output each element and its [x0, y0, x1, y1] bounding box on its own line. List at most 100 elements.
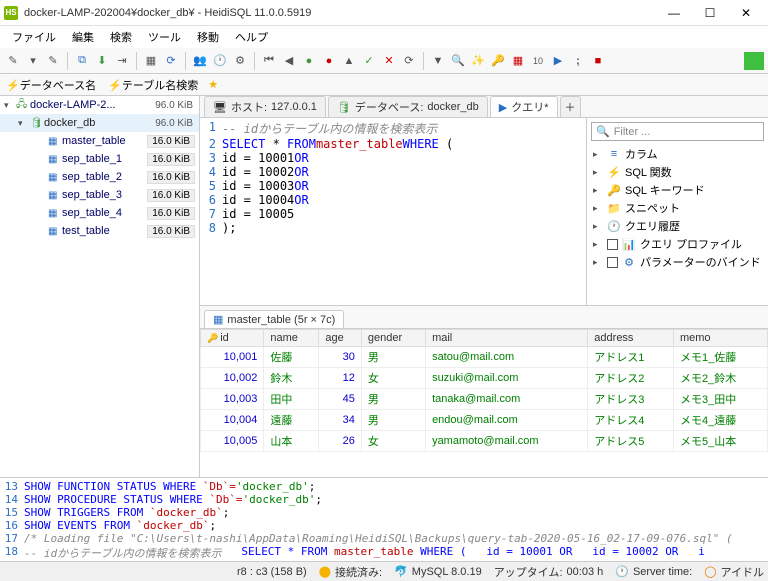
- column-header[interactable]: address: [588, 330, 674, 347]
- app-icon: HS: [4, 6, 18, 20]
- table-icon: ▦: [48, 172, 62, 183]
- tree-root[interactable]: ▾ 🖧 docker-LAMP-2... 96.0 KiB: [0, 96, 199, 114]
- table-row[interactable]: 10,005山本26女yamamoto@mail.comアドレス5メモ5_山本: [201, 431, 768, 452]
- menu-file[interactable]: ファイル: [4, 27, 64, 47]
- table-row[interactable]: 10,001佐藤30男satou@mail.comアドレス1メモ1_佐藤: [201, 347, 768, 368]
- status-uptime: アップタイム: 00:03 h: [494, 564, 604, 580]
- close-button[interactable]: ✕: [728, 0, 764, 26]
- sidebar-tree[interactable]: ▾ 🖧 docker-LAMP-2... 96.0 KiB ▾ 🛢 docker…: [0, 96, 200, 477]
- titlebar: HS docker-LAMP-202004¥docker_db¥ - Heidi…: [0, 0, 768, 26]
- helper-icon: 🕐: [607, 220, 621, 233]
- tab-query[interactable]: ▶クエリ*: [490, 96, 558, 117]
- tree-table[interactable]: ▦sep_table_116.0 KiB: [0, 150, 199, 168]
- tool-save-icon[interactable]: ⬇: [93, 52, 111, 70]
- helper-item[interactable]: ▸📊クエリ プロファイル: [587, 235, 768, 253]
- menu-help[interactable]: ヘルプ: [227, 27, 276, 47]
- table-row[interactable]: 10,004遠藤34男endou@mail.comアドレス4メモ4_遠藤: [201, 410, 768, 431]
- tool-wand-icon[interactable]: ✎: [4, 52, 22, 70]
- sql-log[interactable]: 13SHOW FUNCTION STATUS WHERE `Db`='docke…: [0, 477, 768, 561]
- tool-import-icon[interactable]: ⇥: [113, 52, 131, 70]
- tool-bin-icon[interactable]: ▦: [509, 52, 527, 70]
- helper-item[interactable]: ▸🕐クエリ履歴: [587, 217, 768, 235]
- helper-item[interactable]: ▸⚙パラメーターのバインド: [587, 253, 768, 271]
- column-header[interactable]: memo: [673, 330, 767, 347]
- tool-filter-icon[interactable]: ▼: [429, 52, 447, 70]
- tool-search-icon[interactable]: 🔍: [449, 52, 467, 70]
- tree-table[interactable]: ▦test_table16.0 KiB: [0, 222, 199, 240]
- tool-first-icon[interactable]: ⏮: [260, 52, 278, 70]
- tool-10-icon[interactable]: 10: [529, 52, 547, 70]
- tree-table[interactable]: ▦master_table16.0 KiB: [0, 132, 199, 150]
- filter-input[interactable]: 🔍 Filter ...: [591, 122, 764, 141]
- tool-gear-icon[interactable]: ⚙: [231, 52, 249, 70]
- tool-play-icon[interactable]: ▶: [549, 52, 567, 70]
- tool-clock-icon[interactable]: 🕐: [211, 52, 229, 70]
- tree-table[interactable]: ▦sep_table_216.0 KiB: [0, 168, 199, 186]
- table-icon: ▦: [213, 313, 223, 326]
- table-icon: ▦: [48, 190, 62, 201]
- table-search-label[interactable]: ⚡テーブル名検索: [102, 75, 204, 95]
- table-icon: ▦: [48, 208, 62, 219]
- tool-donate-icon[interactable]: [744, 52, 764, 70]
- helper-item[interactable]: ▸📁スニペット: [587, 199, 768, 217]
- table-icon: ▦: [48, 136, 62, 147]
- tool-up-icon[interactable]: ▲: [340, 52, 358, 70]
- tool-table-icon[interactable]: ▦: [142, 52, 160, 70]
- checkbox[interactable]: [607, 257, 618, 268]
- column-header[interactable]: mail: [426, 330, 588, 347]
- tool-key-icon[interactable]: 🔑: [489, 52, 507, 70]
- status-mysql: 🐬MySQL 8.0.19: [394, 565, 482, 578]
- tab-database[interactable]: 🛢データベース: docker_db: [328, 96, 488, 117]
- menu-edit[interactable]: 編集: [64, 27, 102, 47]
- tool-dropdown-icon[interactable]: ▾: [24, 52, 42, 70]
- result-tabstrip: ▦master_table (5r × 7c): [200, 306, 768, 328]
- column-header[interactable]: name: [264, 330, 319, 347]
- tree-table[interactable]: ▦sep_table_416.0 KiB: [0, 204, 199, 222]
- tree-table[interactable]: ▦sep_table_316.0 KiB: [0, 186, 199, 204]
- menu-search[interactable]: 検索: [102, 27, 140, 47]
- tool-remove-icon[interactable]: ●: [320, 52, 338, 70]
- helper-item[interactable]: ▸⚡SQL 関数: [587, 163, 768, 181]
- tab-add[interactable]: ＋: [560, 96, 581, 117]
- db-name-label[interactable]: ⚡データベース名: [0, 75, 102, 95]
- maximize-button[interactable]: ☐: [692, 0, 728, 26]
- column-header[interactable]: age: [319, 330, 362, 347]
- tool-copy-icon[interactable]: ⧉: [73, 52, 91, 70]
- tool-stop-icon[interactable]: ■: [589, 52, 607, 70]
- result-tab[interactable]: ▦master_table (5r × 7c): [204, 310, 344, 328]
- tab-host[interactable]: 🖥ホスト: 127.0.0.1: [204, 96, 326, 117]
- result-grid[interactable]: idnameagegendermailaddressmemo 10,001佐藤3…: [200, 328, 768, 477]
- toolbar: ✎ ▾ ✎ ⧉ ⬇ ⇥ ▦ ⟳ 👥 🕐 ⚙ ⏮ ◀ ● ● ▲ ✓ ✕ ⟳ ▼ …: [0, 48, 768, 74]
- table-row[interactable]: 10,002鈴木12女suzuki@mail.comアドレス2メモ2_鈴木: [201, 368, 768, 389]
- clock-icon: 🕐: [615, 565, 629, 578]
- menubar: ファイル 編集 検索 ツール 移動 ヘルプ: [0, 26, 768, 48]
- helper-item[interactable]: ▸🔑SQL キーワード: [587, 181, 768, 199]
- table-row[interactable]: 10,003田中45男tanaka@mail.comアドレス3メモ3_田中: [201, 389, 768, 410]
- tool-semicolon-icon[interactable]: ;: [569, 52, 587, 70]
- tool-check-icon[interactable]: ✓: [360, 52, 378, 70]
- column-header[interactable]: id: [201, 330, 264, 347]
- tree-db[interactable]: ▾ 🛢 docker_db 96.0 KiB: [0, 114, 199, 132]
- tool-add-icon[interactable]: ●: [300, 52, 318, 70]
- helper-item[interactable]: ▸≡カラム: [587, 145, 768, 163]
- checkbox[interactable]: [607, 239, 618, 250]
- minimize-button[interactable]: —: [656, 0, 692, 26]
- fav-icon[interactable]: ★: [204, 78, 222, 91]
- menu-tools[interactable]: ツール: [140, 27, 189, 47]
- tool-refresh-icon[interactable]: ⟳: [162, 52, 180, 70]
- column-header[interactable]: gender: [361, 330, 425, 347]
- status-servertime: 🕐Server time:: [615, 565, 692, 578]
- tool-pencil-icon[interactable]: ✎: [44, 52, 62, 70]
- mysql-icon: 🐬: [394, 565, 408, 578]
- menu-go[interactable]: 移動: [189, 27, 227, 47]
- sql-editor[interactable]: 1-- idからテーブル内の情報を検索表示2SELECT * FROM mast…: [200, 118, 586, 305]
- tool-reload-icon[interactable]: ⟳: [400, 52, 418, 70]
- database-icon: 🛢: [30, 118, 44, 129]
- tool-wand2-icon[interactable]: ✨: [469, 52, 487, 70]
- tool-prev-icon[interactable]: ◀: [280, 52, 298, 70]
- tool-users-icon[interactable]: 👥: [191, 52, 209, 70]
- statusbar: r8 : c3 (158 B) ⬤接続済み: 🐬MySQL 8.0.19 アップ…: [0, 561, 768, 581]
- server-icon: 🖧: [16, 97, 30, 114]
- helper-icon: 📊: [622, 238, 636, 251]
- tool-cancel-icon[interactable]: ✕: [380, 52, 398, 70]
